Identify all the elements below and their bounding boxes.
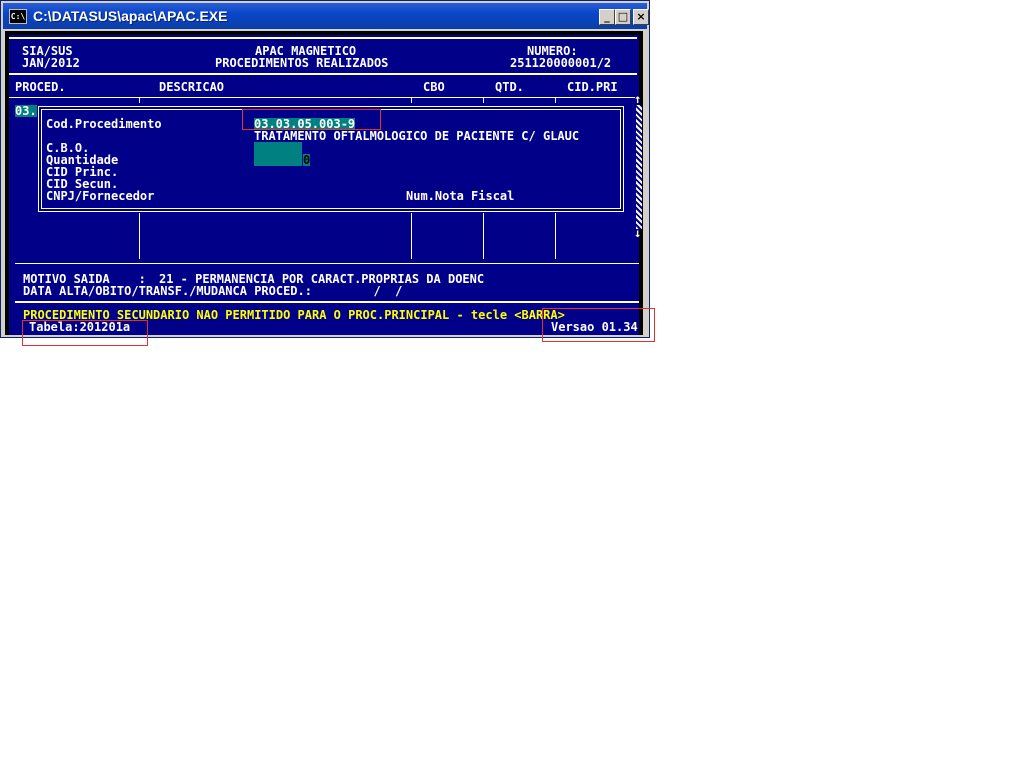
data-alta-label: DATA ALTA/OBITO/TRANSF./MUDANCA PROCED.: <box>23 284 312 298</box>
cod-procedimento-label: Cod.Procedimento <box>46 117 162 131</box>
frame-top <box>9 37 637 39</box>
col-sep <box>139 97 140 103</box>
annotation-box-cod <box>242 109 381 130</box>
col-sep <box>555 213 556 259</box>
title-bar[interactable]: C:\ C:\DATASUS\apac\APAC.EXE _ □ × <box>3 3 649 29</box>
descricao-value: TRATAMENTO OFTALMOLOGICO DE PACIENTE C/ … <box>254 129 580 143</box>
scroll-up-arrow-icon[interactable]: ↑ <box>634 93 641 105</box>
col-sep <box>555 97 556 103</box>
col-qtd: QTD. <box>495 80 524 94</box>
quantidade-field[interactable]: 0 <box>303 154 311 166</box>
col-sep <box>483 213 484 259</box>
cnpj-fornecedor-label: CNPJ/Fornecedor <box>46 189 155 203</box>
col-sep <box>483 97 484 103</box>
quantidade-field-bg[interactable] <box>254 154 302 166</box>
numero-value: 251120000001/2 <box>510 56 612 70</box>
cbo-field[interactable] <box>254 142 302 154</box>
window-title: C:\DATASUS\apac\APAC.EXE <box>33 8 228 24</box>
num-nota-fiscal-label: Num.Nota Fiscal <box>406 189 515 203</box>
annotation-box-versao <box>542 308 655 342</box>
console-icon: C:\ <box>9 9 27 24</box>
col-cbo: CBO <box>423 80 445 94</box>
scroll-down-arrow-icon[interactable]: ↓ <box>634 227 641 239</box>
console-window: C:\ C:\DATASUS\apac\APAC.EXE _ □ × SIA/S… <box>0 0 650 338</box>
data-alta-value[interactable]: / / <box>359 285 402 297</box>
col-proced: PROCED. <box>15 80 66 94</box>
col-sep <box>139 213 140 259</box>
row-proced-prefix[interactable]: 03. <box>15 105 37 117</box>
footer-divider <box>15 301 639 303</box>
dos-screen: SIA/SUS JAN/2012 APAC MAGNETICO PROCEDIM… <box>9 35 642 335</box>
maximize-button[interactable]: □ <box>615 9 631 25</box>
grid-bottom-line <box>15 263 639 264</box>
close-button[interactable]: × <box>633 9 649 25</box>
annotation-box-tabela <box>22 320 148 346</box>
col-sep <box>411 97 412 103</box>
header-divider <box>9 73 637 75</box>
scrollbar[interactable]: ↑ ↓ <box>634 93 643 245</box>
col-cid-pri: CID.PRI <box>567 80 618 94</box>
page-subtitle: PROCEDIMENTOS REALIZADOS <box>215 56 389 70</box>
scroll-track[interactable] <box>636 105 642 229</box>
console-area[interactable]: SIA/SUS JAN/2012 APAC MAGNETICO PROCEDIM… <box>5 31 643 335</box>
grid-top-line <box>9 97 635 98</box>
period-label: JAN/2012 <box>22 56 80 70</box>
col-sep <box>411 213 412 259</box>
minimize-button[interactable]: _ <box>599 9 615 25</box>
col-descricao: DESCRICAO <box>159 80 225 94</box>
